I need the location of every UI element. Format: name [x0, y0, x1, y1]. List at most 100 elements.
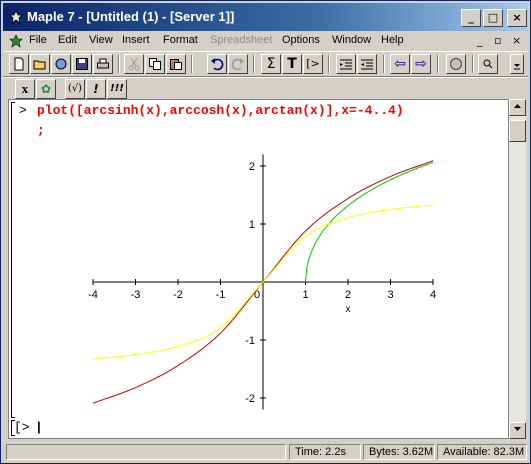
new-file-button[interactable] [9, 54, 29, 74]
printer-icon [97, 58, 109, 69]
execute-all-button[interactable]: !!! [107, 79, 127, 99]
stop-button[interactable] [446, 54, 466, 74]
menu-window[interactable]: Window [332, 34, 371, 46]
toolbar-separator [472, 55, 474, 73]
toolbar-separator [328, 55, 330, 73]
print-button[interactable] [93, 54, 113, 74]
menu-options[interactable]: Options [282, 34, 320, 46]
menu-file[interactable]: File [29, 34, 47, 46]
math-mode-button[interactable]: x [15, 79, 35, 99]
save-button[interactable] [72, 54, 92, 74]
maple-window: Maple 7 - [Untitled (1) - [Server 1]] _ … [0, 0, 531, 464]
menu-edit[interactable]: Edit [58, 34, 77, 46]
command-input-line-2[interactable]: ; [37, 123, 45, 138]
status-message-area [6, 444, 286, 460]
redo-button [228, 54, 248, 74]
window-title: Maple 7 - [Untitled (1) - [Server 1]] [27, 9, 235, 24]
execute-button[interactable]: ! [86, 79, 106, 99]
status-bar: Time: 2.2s Bytes: 3.62M Available: 82.3M [3, 443, 528, 461]
x-tick-label: -1 [216, 289, 226, 301]
text-t-icon: T [287, 56, 297, 72]
outdent-section-button[interactable] [336, 54, 356, 74]
menu-bar: File Edit View Insert Format Spreadsheet… [3, 31, 528, 51]
toolbar-overflow-button[interactable] [510, 54, 524, 74]
new-file-icon [14, 57, 24, 71]
open-file-button[interactable] [30, 54, 50, 74]
command-input-line-1[interactable]: plot([arcsinh(x),arccosh(x),arctan(x)],x… [37, 103, 404, 118]
execute-icon: ! [93, 82, 99, 96]
undo-button[interactable] [207, 54, 227, 74]
x-axis-label: x [346, 304, 351, 315]
forward-button[interactable]: ⇨ [411, 54, 431, 74]
minimize-button[interactable]: _ [461, 9, 481, 27]
scroll-up-button[interactable] [509, 99, 526, 116]
document-menu-icon[interactable] [9, 34, 23, 48]
menu-help[interactable]: Help [381, 34, 404, 46]
worksheet-area[interactable]: > plot([arcsinh(x),arccosh(x),arctan(x)]… [8, 99, 509, 439]
redo-arrow-icon [231, 58, 244, 71]
paste-button[interactable] [166, 54, 186, 74]
zoom-button[interactable] [478, 54, 498, 74]
back-arrow-icon: ⇦ [394, 56, 406, 72]
x-tick-label: 2 [345, 289, 351, 301]
scroll-down-button[interactable] [509, 422, 526, 439]
status-time: Time: 2.2s [289, 444, 361, 460]
menu-view[interactable]: View [89, 34, 113, 46]
text-input-button[interactable]: T [282, 54, 302, 74]
chevron-down-icon [514, 64, 520, 70]
close-button[interactable]: × [507, 9, 527, 27]
y-tick-label: 1 [249, 219, 255, 231]
vertical-scrollbar[interactable] [509, 99, 526, 439]
forward-arrow-icon: ⇨ [415, 56, 427, 72]
x-math-icon: x [21, 81, 29, 96]
validate-button[interactable]: (√) [65, 79, 85, 99]
y-tick-label: -1 [245, 335, 255, 347]
scroll-thumb[interactable] [509, 120, 526, 142]
title-bar[interactable]: Maple 7 - [Untitled (1) - [Server 1]] _ … [3, 3, 528, 31]
mdi-minimize-button[interactable]: _ [477, 34, 483, 47]
y-tick-label: -2 [245, 393, 255, 405]
indent-icon [361, 59, 373, 70]
context-toolbar: x ✿ (√) ! !!! [3, 77, 528, 99]
mdi-restore-button[interactable]: ▫ [494, 34, 501, 47]
clipboard-icon [170, 59, 182, 70]
math-input-button[interactable]: Σ [261, 54, 281, 74]
x-tick-label: -3 [131, 289, 141, 301]
menu-spreadsheet: Spreadsheet [210, 34, 273, 46]
x-tick-label: 1 [302, 289, 308, 301]
arccosh-curve [305, 161, 434, 283]
main-toolbar: Σ T [> ⇦ ⇨ [3, 51, 528, 77]
sqrt-icon: (√) [67, 83, 83, 94]
input-prompt: > [19, 103, 27, 118]
open-url-button[interactable] [51, 54, 71, 74]
outdent-icon [340, 59, 352, 70]
cut-button [124, 54, 144, 74]
indent-section-button[interactable] [357, 54, 377, 74]
toolbar-separator [118, 55, 120, 73]
menu-insert[interactable]: Insert [122, 34, 150, 46]
toolbar-separator [383, 55, 385, 73]
exec-group-icon: [> [306, 57, 320, 70]
plot-output[interactable]: -4 -3 -2 -1 0 1 2 3 4-2-112 x [69, 152, 469, 416]
insert-execution-group-button[interactable]: [> [303, 54, 323, 74]
menu-format[interactable]: Format [163, 34, 198, 46]
undo-arrow-icon [211, 58, 224, 71]
back-button[interactable]: ⇦ [390, 54, 410, 74]
x-tick-label: 3 [387, 289, 393, 301]
magnifier-icon [483, 59, 493, 69]
toolbar-separator [191, 55, 193, 73]
toolbar-separator [437, 55, 439, 73]
floppy-disk-icon [76, 58, 88, 70]
copy-icon [149, 58, 161, 70]
maple-leaf-icon: ✿ [40, 82, 52, 96]
status-bytes: Bytes: 3.62M [363, 444, 435, 460]
maximize-button[interactable]: □ [483, 9, 503, 27]
maple-app-icon [9, 10, 23, 24]
text-cursor: | [35, 420, 43, 435]
copy-button[interactable] [145, 54, 165, 74]
execution-group-bracket[interactable] [11, 102, 15, 418]
empty-prompt: [> [14, 420, 30, 435]
mdi-close-button[interactable]: × [512, 34, 521, 47]
open-url-icon [55, 58, 67, 70]
maple-input-button[interactable]: ✿ [36, 79, 56, 99]
